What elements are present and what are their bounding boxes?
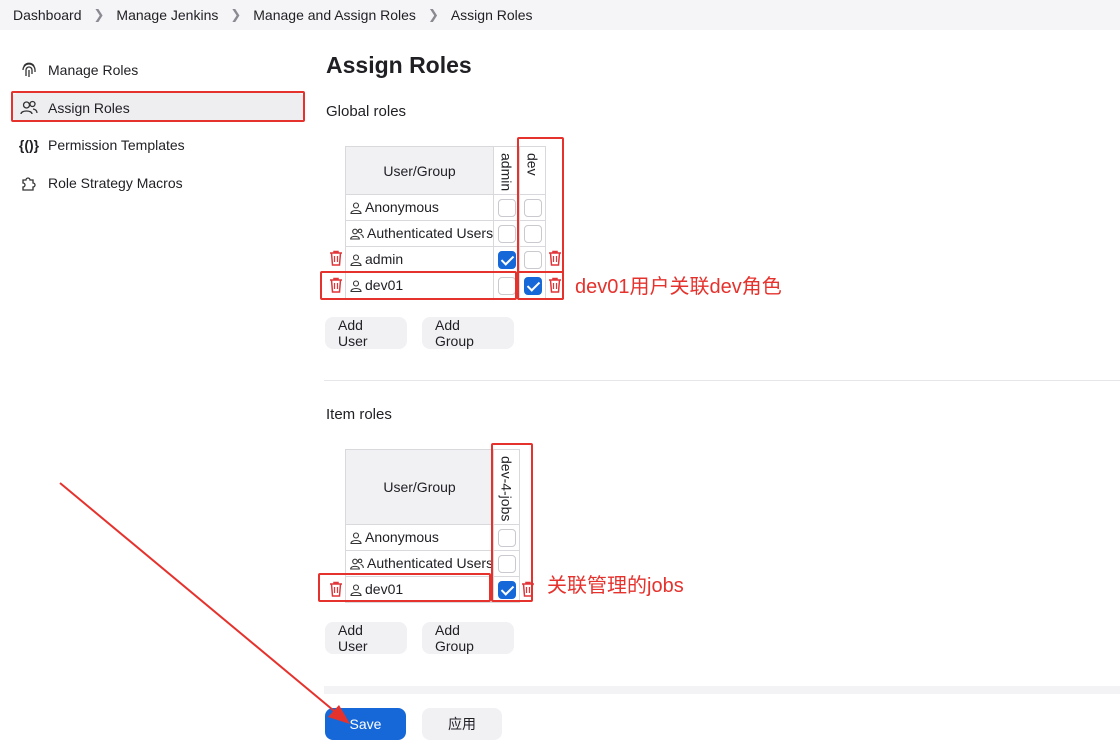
sidebar-item-manage-roles[interactable]: Manage Roles (18, 58, 138, 82)
role-checkbox[interactable] (497, 224, 516, 243)
role-checkbox[interactable] (497, 198, 516, 217)
add-group-button[interactable]: Add Group (422, 622, 514, 654)
table-row: Anonymous (344, 194, 495, 222)
trash-icon[interactable] (329, 250, 343, 266)
chevron-right-icon: ❯ (230, 7, 242, 22)
add-user-button[interactable]: Add User (325, 317, 407, 349)
add-group-button[interactable]: Add Group (422, 317, 514, 349)
user-name: Authenticated Users (367, 224, 494, 241)
item-roles-title: Item roles (326, 406, 392, 423)
breadcrumb-dashboard[interactable]: Dashboard (13, 7, 82, 23)
add-user-button[interactable]: Add User (325, 622, 407, 654)
annotation-box-item-row (318, 573, 491, 602)
annotation-box-dev01-row (320, 271, 517, 300)
table-row: Authenticated Users (344, 220, 495, 248)
table-row: admin (344, 246, 495, 274)
user-name: Anonymous (365, 198, 439, 215)
table-row: Anonymous (344, 524, 495, 552)
role-header-admin: admin (493, 145, 521, 196)
section-divider (324, 380, 1120, 381)
fingerprint-icon (18, 59, 40, 81)
user-icon (350, 253, 362, 269)
page-title: Assign Roles (326, 52, 472, 78)
breadcrumb-assign-roles[interactable]: Assign Roles (451, 7, 533, 23)
sidebar-item-label: Manage Roles (48, 62, 139, 78)
global-roles-title: Global roles (326, 103, 407, 120)
annotation-box-dev-check (517, 271, 564, 300)
save-button[interactable]: Save (325, 708, 406, 740)
user-icon (350, 201, 362, 217)
annotation-text-global: dev01用户关联dev角色 (575, 276, 782, 298)
annotation-box-item-column (491, 443, 533, 602)
apply-button[interactable]: 应用 (422, 708, 502, 740)
breadcrumb: Dashboard ❯ Manage Jenkins ❯ Manage and … (0, 0, 1120, 30)
user-icon (350, 531, 362, 547)
sidebar-item-label: Role Strategy Macros (48, 175, 183, 191)
chevron-right-icon: ❯ (427, 7, 439, 22)
annotation-text-item: 关联管理的jobs (547, 575, 684, 597)
role-checkbox-checked[interactable] (497, 250, 516, 269)
puzzle-icon (18, 172, 40, 194)
braces-icon: {()} (18, 137, 40, 153)
sidebar-item-label: Permission Templates (48, 137, 185, 153)
footer-divider (324, 686, 1120, 694)
user-name: Anonymous (365, 528, 439, 545)
group-icon (350, 557, 364, 573)
sidebar-item-permission-templates[interactable]: {()} Permission Templates (18, 133, 185, 157)
sidebar-item-role-strategy-macros[interactable]: Role Strategy Macros (18, 171, 183, 195)
annotation-box-sidebar (11, 91, 305, 122)
user-group-header: User/Group (344, 145, 495, 196)
breadcrumb-manage-assign-roles[interactable]: Manage and Assign Roles (253, 7, 416, 23)
user-name: Authenticated Users (367, 554, 494, 571)
group-icon (350, 227, 364, 243)
chevron-right-icon: ❯ (93, 7, 105, 22)
user-group-header: User/Group (344, 448, 495, 526)
breadcrumb-manage-jenkins[interactable]: Manage Jenkins (116, 7, 218, 23)
user-name: admin (365, 250, 404, 267)
